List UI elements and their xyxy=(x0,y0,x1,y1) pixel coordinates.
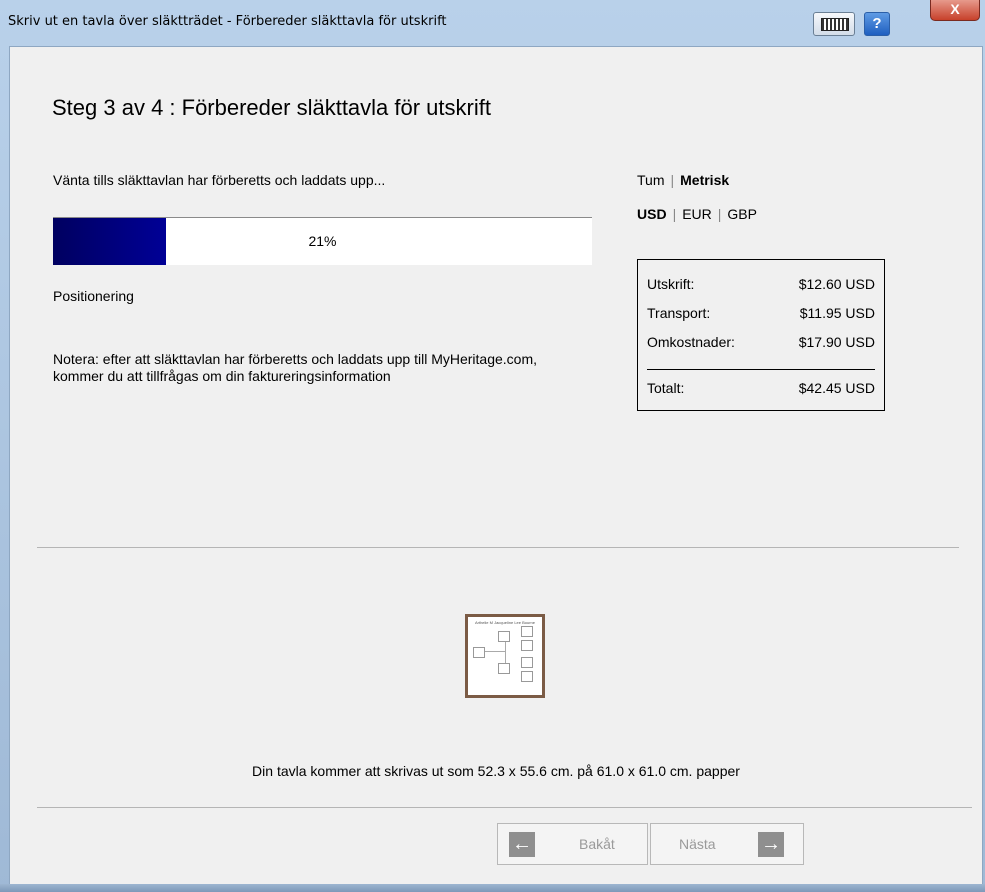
footer-divider xyxy=(37,807,972,808)
unit-selector: Tum | Metrisk xyxy=(637,172,729,188)
thumbnail-title: Arthelie M Jacqueline Lee Bourne xyxy=(474,620,536,625)
tree-card xyxy=(498,663,510,674)
keyboard-button[interactable] xyxy=(813,12,855,36)
chart-preview-thumbnail: Arthelie M Jacqueline Lee Bourne xyxy=(465,614,545,698)
currency-option-usd[interactable]: USD xyxy=(637,206,667,222)
currency-option-eur[interactable]: EUR xyxy=(682,206,712,222)
tree-card xyxy=(521,626,533,637)
close-button[interactable]: X xyxy=(930,0,980,21)
tree-card xyxy=(498,631,510,642)
price-summary: Utskrift: $12.60 USD Transport: $11.95 U… xyxy=(637,259,885,411)
arrow-left-icon: ← xyxy=(509,832,535,857)
unit-option-metrisk[interactable]: Metrisk xyxy=(680,172,729,188)
currency-separator: | xyxy=(717,206,722,222)
price-label: Transport: xyxy=(647,305,711,321)
next-button[interactable]: Nästa → xyxy=(650,823,804,865)
currency-selector: USD | EUR | GBP xyxy=(637,206,757,222)
window-title: Skriv ut en tavla över släktträdet - För… xyxy=(8,14,447,29)
total-divider xyxy=(647,369,875,370)
title-bar: Skriv ut en tavla över släktträdet - För… xyxy=(0,0,985,46)
print-size-info: Din tavla kommer att skrivas ut som 52.3… xyxy=(252,763,740,779)
price-label: Utskrift: xyxy=(647,276,695,292)
taskbar-strip xyxy=(0,884,985,892)
back-button-label: Bakåt xyxy=(579,836,615,852)
price-value: $17.90 USD xyxy=(798,334,875,350)
total-value: $42.45 USD xyxy=(798,380,875,396)
price-value: $11.95 USD xyxy=(799,305,875,321)
section-divider xyxy=(37,547,959,548)
help-button[interactable]: ? xyxy=(864,12,890,36)
tree-card xyxy=(521,640,533,651)
arrow-right-icon: → xyxy=(758,832,784,857)
tree-connector xyxy=(483,651,505,652)
next-button-label: Nästa xyxy=(679,836,716,852)
tree-card xyxy=(521,657,533,668)
tree-card xyxy=(521,671,533,682)
step-title: Steg 3 av 4 : Förbereder släkttavla för … xyxy=(52,95,491,120)
currency-separator: | xyxy=(672,206,677,222)
price-label: Omkostnader: xyxy=(647,334,735,350)
progress-label: 21% xyxy=(308,233,337,249)
wait-message: Vänta tills släkttavlan har förberetts o… xyxy=(53,172,386,188)
keyboard-icon xyxy=(821,18,849,31)
progress-status: Positionering xyxy=(53,288,134,304)
unit-option-tum[interactable]: Tum xyxy=(637,172,664,188)
billing-note: Notera: efter att släkttavlan har förber… xyxy=(53,351,538,384)
tree-card xyxy=(473,647,485,658)
dialog-window: Skriv ut en tavla över släktträdet - För… xyxy=(0,0,985,892)
back-button[interactable]: ← Bakåt xyxy=(497,823,648,865)
price-value: $12.60 USD xyxy=(798,276,875,292)
progress-bar: 21% xyxy=(53,217,592,265)
total-label: Totalt: xyxy=(647,380,685,396)
currency-option-gbp[interactable]: GBP xyxy=(727,206,757,222)
dialog-content: Steg 3 av 4 : Förbereder släkttavla för … xyxy=(9,46,983,886)
unit-separator: | xyxy=(670,172,675,188)
